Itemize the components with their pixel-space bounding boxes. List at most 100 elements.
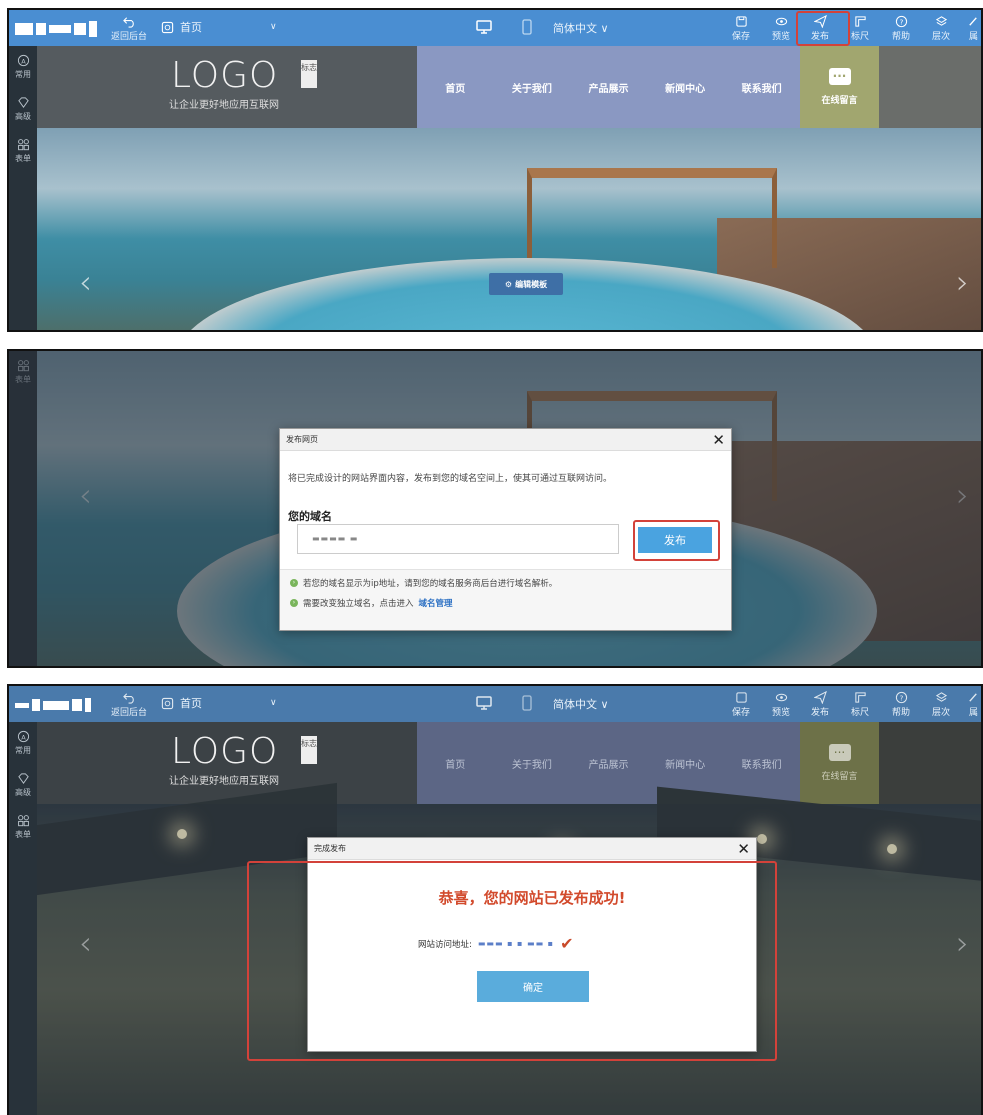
svg-text:A: A (21, 733, 26, 741)
chevron-down-icon: ∨ (270, 698, 277, 708)
site-header: LOGO 标志 让企业更好地应用互联网 首页 关于我们 产品展示 新闻中心 联系… (37, 722, 981, 804)
site-logo[interactable]: LOGO (171, 56, 278, 96)
svg-text:?: ? (899, 17, 903, 26)
nav-item-contact[interactable]: 联系我们 (723, 46, 800, 128)
layers-button[interactable]: 层次 (932, 12, 950, 44)
publish-button-highlight (633, 520, 720, 561)
edit-template-button[interactable]: ⚙ 编辑模板 (489, 273, 563, 295)
online-message-button[interactable]: ... 在线留言 (800, 46, 879, 128)
brush-icon (969, 692, 977, 702)
nav-item-home[interactable]: 首页 (417, 46, 494, 128)
save-button[interactable]: 保存 (732, 688, 750, 720)
sidebar-item-advanced[interactable]: 高级 (9, 88, 37, 130)
eye-icon (775, 17, 787, 25)
sidebar-item-common[interactable]: A 常用 (9, 722, 37, 764)
site-slogan: 让企业更好地应用互联网 (169, 100, 279, 111)
nav-item-about[interactable]: 关于我们 (494, 722, 571, 804)
close-icon[interactable]: ✕ (712, 429, 725, 451)
editor-screenshot-3: 返回后台 首页 ∨ 简体中文 ∨ 保存 预览 发布 标尺 ? 帮助 层次 属 A… (7, 684, 983, 1115)
gazebo (527, 168, 777, 268)
desktop-view-icon[interactable] (475, 694, 493, 712)
bullet-icon: › (290, 579, 298, 587)
logo-badge: 标志 (301, 60, 317, 88)
chat-icon: ... (828, 67, 851, 85)
site-nav: 首页 关于我们 产品展示 新闻中心 联系我们 (417, 46, 800, 128)
send-icon (813, 690, 827, 704)
gear-icon: ⚙ (504, 279, 513, 289)
mobile-view-icon[interactable] (518, 694, 536, 712)
publish-dialog: 发布网页 ✕ 将已完成设计的网站界面内容，发布到您的域名空间上，使其可通过互联网… (279, 428, 732, 631)
save-button[interactable]: 保存 (732, 12, 750, 44)
dialog-header: 发布网页 ✕ (280, 429, 731, 451)
editor-toolbar: 返回后台 首页 ∨ 简体中文 ∨ 保存 预览 发布 标尺 ? 帮助 层次 属 (9, 686, 981, 722)
mobile-view-icon[interactable] (518, 18, 536, 36)
domain-input[interactable]: ▬▬▬▬ ▬ (297, 524, 619, 554)
ruler-button[interactable]: 标尺 (851, 688, 869, 720)
ruler-icon (854, 691, 866, 703)
editor-screenshot-2: 表单 ‹ › 发布网页 ✕ 将已完成设计的网站界面内容，发布到您的域名空间上，使… (7, 349, 983, 668)
header-image-strip (879, 722, 981, 804)
back-to-admin-button[interactable]: 返回后台 (111, 12, 147, 44)
sidebar-item-form[interactable]: 表单 (9, 130, 37, 172)
editor-toolbar: 返回后台 首页 ∨ 简体中文 ∨ 保存 预览 发布 标尺 ? 帮助 层次 属 (9, 10, 981, 46)
component-icon: A (17, 730, 29, 743)
sidebar-item-form[interactable]: 表单 (9, 806, 37, 848)
language-selector[interactable]: 简体中文 ∨ (553, 20, 609, 36)
layers-icon (935, 691, 947, 702)
ruler-icon (854, 15, 866, 27)
nav-item-products[interactable]: 产品展示 (570, 722, 647, 804)
grid-icon (17, 815, 29, 827)
preview-button[interactable]: 预览 (772, 688, 790, 720)
site-logo[interactable]: LOGO (171, 732, 278, 772)
layers-icon (935, 15, 947, 26)
nav-item-home[interactable]: 首页 (417, 722, 494, 804)
publish-button[interactable]: 发布 (811, 688, 829, 720)
preview-button[interactable]: 预览 (772, 12, 790, 44)
attributes-button[interactable]: 属 (967, 688, 980, 720)
diamond-icon (17, 773, 29, 784)
site-slogan: 让企业更好地应用互联网 (169, 776, 279, 787)
domain-label: 您的域名 (288, 510, 332, 523)
sidebar-item-advanced[interactable]: 高级 (9, 764, 37, 806)
help-icon: ? (895, 691, 907, 703)
publish-highlight (796, 11, 850, 46)
desktop-view-icon[interactable] (475, 18, 493, 36)
domain-management-link[interactable]: 域名管理 (419, 597, 453, 609)
site-nav: 首页 关于我们 产品展示 新闻中心 联系我们 (417, 722, 800, 804)
editor-sidebar: A 常用 高级 表单 (9, 722, 37, 1115)
nav-item-products[interactable]: 产品展示 (570, 46, 647, 128)
nav-item-contact[interactable]: 联系我们 (723, 722, 800, 804)
help-button[interactable]: ? 帮助 (892, 688, 910, 720)
editor-screenshot-1: 返回后台 首页 ∨ 简体中文 ∨ 保存 预览 发布 标尺 ? 帮助 层次 属 A… (7, 8, 983, 332)
help-icon: ? (895, 15, 907, 27)
help-button[interactable]: ? 帮助 (892, 12, 910, 44)
attributes-button[interactable]: 属 (967, 12, 980, 44)
success-dialog-highlight (247, 861, 777, 1061)
header-image-strip (879, 46, 981, 128)
language-selector[interactable]: 简体中文 ∨ (553, 696, 609, 712)
publish-intro: 将已完成设计的网站界面内容，发布到您的域名空间上，使其可通过互联网访问。 (288, 474, 613, 484)
nav-item-news[interactable]: 新闻中心 (647, 46, 724, 128)
save-icon (735, 691, 747, 703)
page-selector[interactable]: 首页 ∨ (161, 19, 277, 35)
brush-icon (969, 16, 977, 26)
note-domain-management: › 需要改变独立域名，点击进入 域名管理 (290, 597, 453, 609)
sidebar-item-common[interactable]: A 常用 (9, 46, 37, 88)
next-slide-arrow[interactable]: › (956, 263, 969, 301)
undo-icon (122, 692, 134, 704)
svg-text:?: ? (899, 693, 903, 702)
brand-logo (15, 696, 100, 714)
layers-button[interactable]: 层次 (932, 688, 950, 720)
back-to-admin-button[interactable]: 返回后台 (111, 688, 147, 720)
undo-icon (122, 16, 134, 28)
diamond-icon (17, 97, 29, 108)
note-ip-address: › 若您的域名显示为ip地址，请到您的域名服务商后台进行域名解析。 (290, 577, 557, 589)
close-icon[interactable]: ✕ (737, 838, 750, 860)
online-message-button[interactable]: ... 在线留言 (800, 722, 879, 804)
bullet-icon: › (290, 599, 298, 607)
prev-slide-arrow[interactable]: ‹ (79, 263, 92, 301)
page-selector[interactable]: 首页 ∨ (161, 695, 277, 711)
nav-item-about[interactable]: 关于我们 (494, 46, 571, 128)
publish-notes: › 若您的域名显示为ip地址，请到您的域名服务商后台进行域名解析。 › 需要改变… (280, 569, 731, 630)
ruler-button[interactable]: 标尺 (851, 12, 869, 44)
